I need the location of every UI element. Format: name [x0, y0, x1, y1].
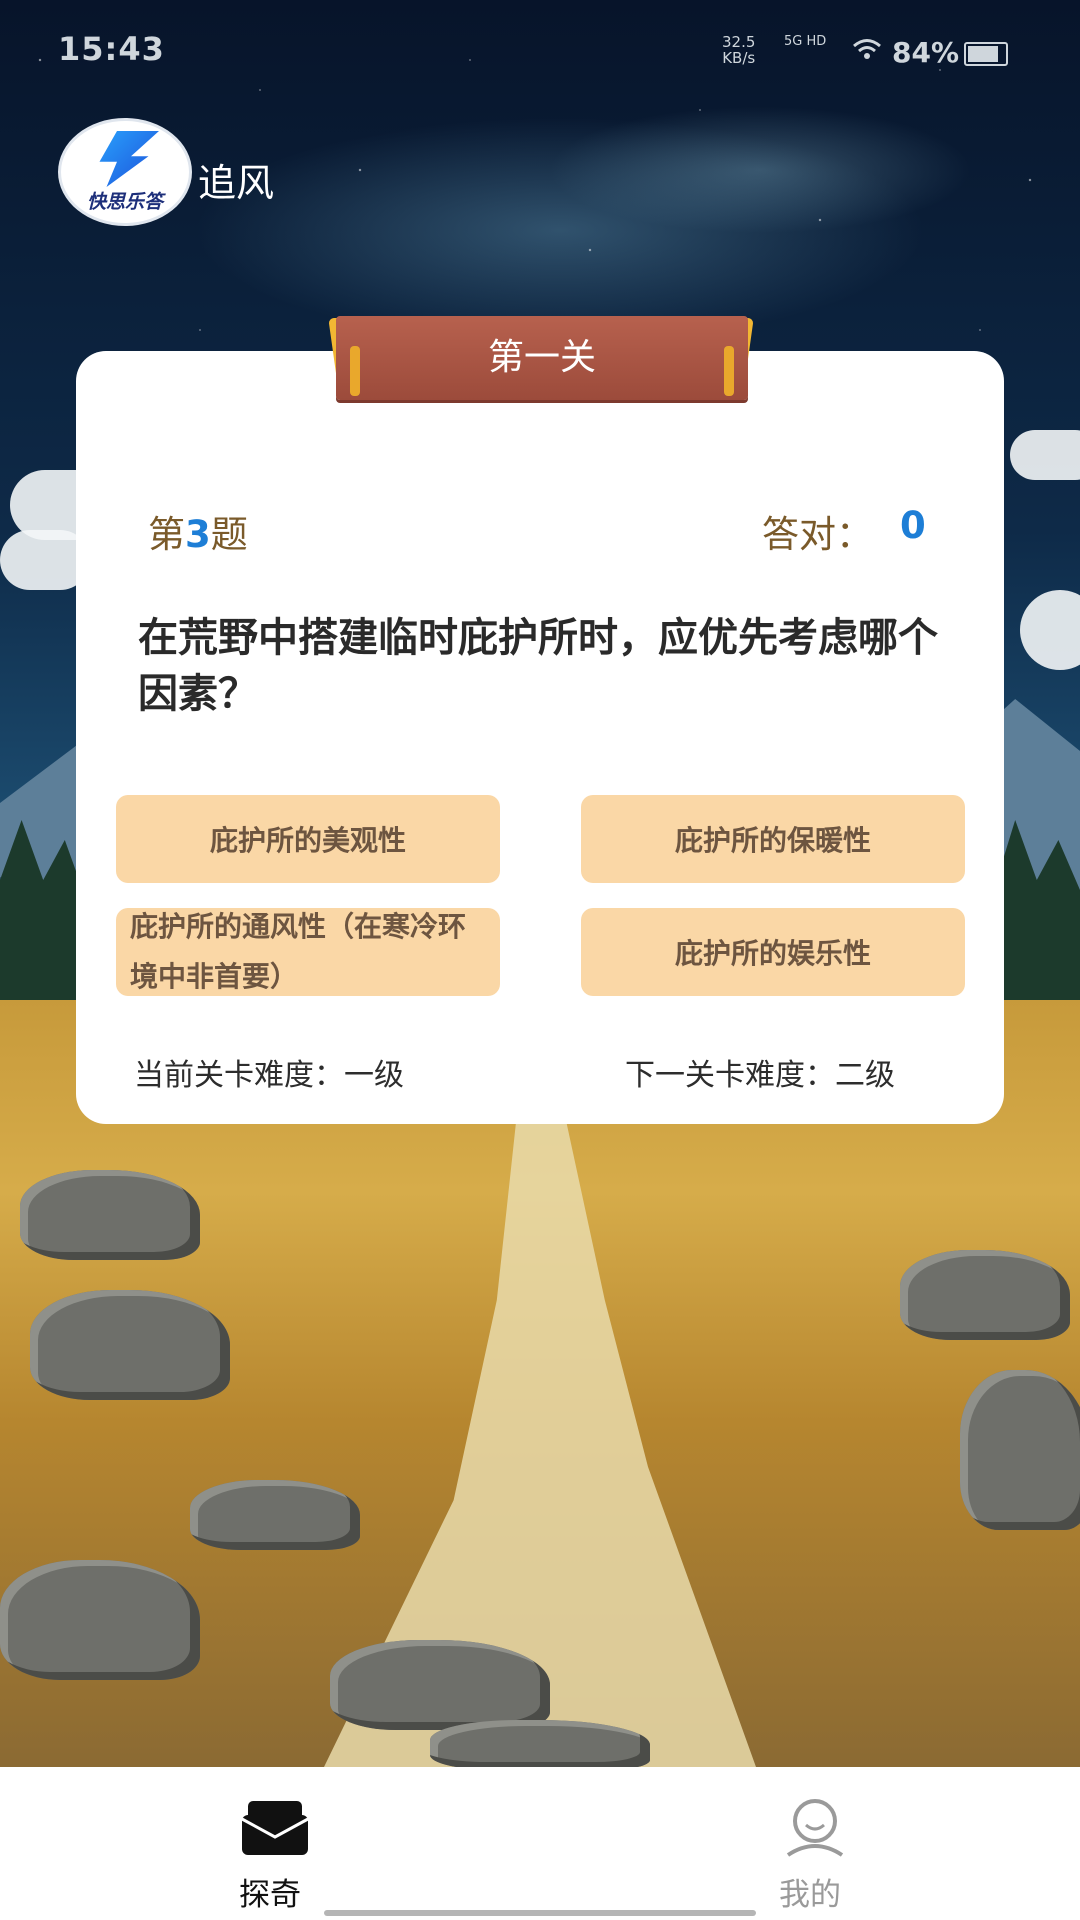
speed-value: 32.5 — [722, 33, 756, 51]
question-suffix: 题 — [210, 513, 248, 556]
rock — [20, 1170, 200, 1260]
question-index: 第3题 — [148, 504, 248, 558]
status-time: 15:43 — [58, 30, 165, 68]
option-a-button[interactable]: 庇护所的美观性 — [116, 795, 500, 883]
speed-unit: KB/s — [722, 49, 756, 67]
nav-label-explore: 探奇 — [239, 1877, 301, 1913]
rock — [30, 1290, 230, 1400]
correct-count: 0 — [900, 504, 926, 547]
nav-item-profile[interactable]: 我的 — [710, 1767, 910, 1920]
rock — [190, 1480, 360, 1550]
rock — [900, 1250, 1070, 1340]
rock — [960, 1370, 1080, 1530]
rock — [330, 1640, 550, 1730]
network-type: 5G HD — [784, 34, 827, 49]
correct-label: 答对： — [762, 513, 873, 556]
status-bar: 15:43 32.5 KB/s 5G HD 84% — [0, 0, 1080, 100]
question-number: 3 — [185, 513, 211, 556]
quiz-card — [76, 351, 1004, 1124]
battery-icon — [964, 42, 1008, 66]
username: 追风 — [198, 161, 275, 205]
battery-percent: 84% — [892, 36, 960, 69]
bottom-nav: 探奇 我的 — [0, 1767, 1080, 1920]
question-prefix: 第 — [148, 513, 185, 556]
ribbon-fold-right — [724, 346, 734, 396]
wifi-icon — [852, 38, 882, 66]
ribbon-fold-left — [350, 346, 360, 396]
next-difficulty: 下一关卡难度：二级 — [625, 1058, 895, 1093]
option-b-button[interactable]: 庇护所的保暖性 — [581, 795, 965, 883]
nav-item-explore[interactable]: 探奇 — [170, 1767, 370, 1920]
network-speed: 32.5 KB/s — [722, 34, 755, 66]
logo-text: 快思乐答 — [86, 191, 163, 213]
rock — [0, 1560, 200, 1680]
battery-level — [968, 46, 998, 62]
question-text: 在荒野中搭建临时庇护所时，应优先考虑哪个因素？ — [138, 615, 938, 717]
home-indicator[interactable] — [324, 1910, 756, 1916]
lightning-bolt-icon — [99, 131, 159, 187]
rock — [430, 1720, 650, 1767]
app-logo[interactable]: 快思乐答 — [58, 118, 192, 226]
cloud — [1010, 430, 1080, 480]
explore-icon — [240, 1797, 310, 1857]
option-d-button[interactable]: 庇护所的娱乐性 — [581, 908, 965, 996]
profile-icon — [780, 1797, 850, 1857]
current-difficulty: 当前关卡难度：一级 — [134, 1058, 404, 1093]
option-c-button[interactable]: 庇护所的通风性（在寒冷环境中非首要） — [116, 908, 500, 996]
nav-label-profile: 我的 — [779, 1877, 841, 1913]
level-ribbon: 第一关 — [336, 316, 748, 400]
